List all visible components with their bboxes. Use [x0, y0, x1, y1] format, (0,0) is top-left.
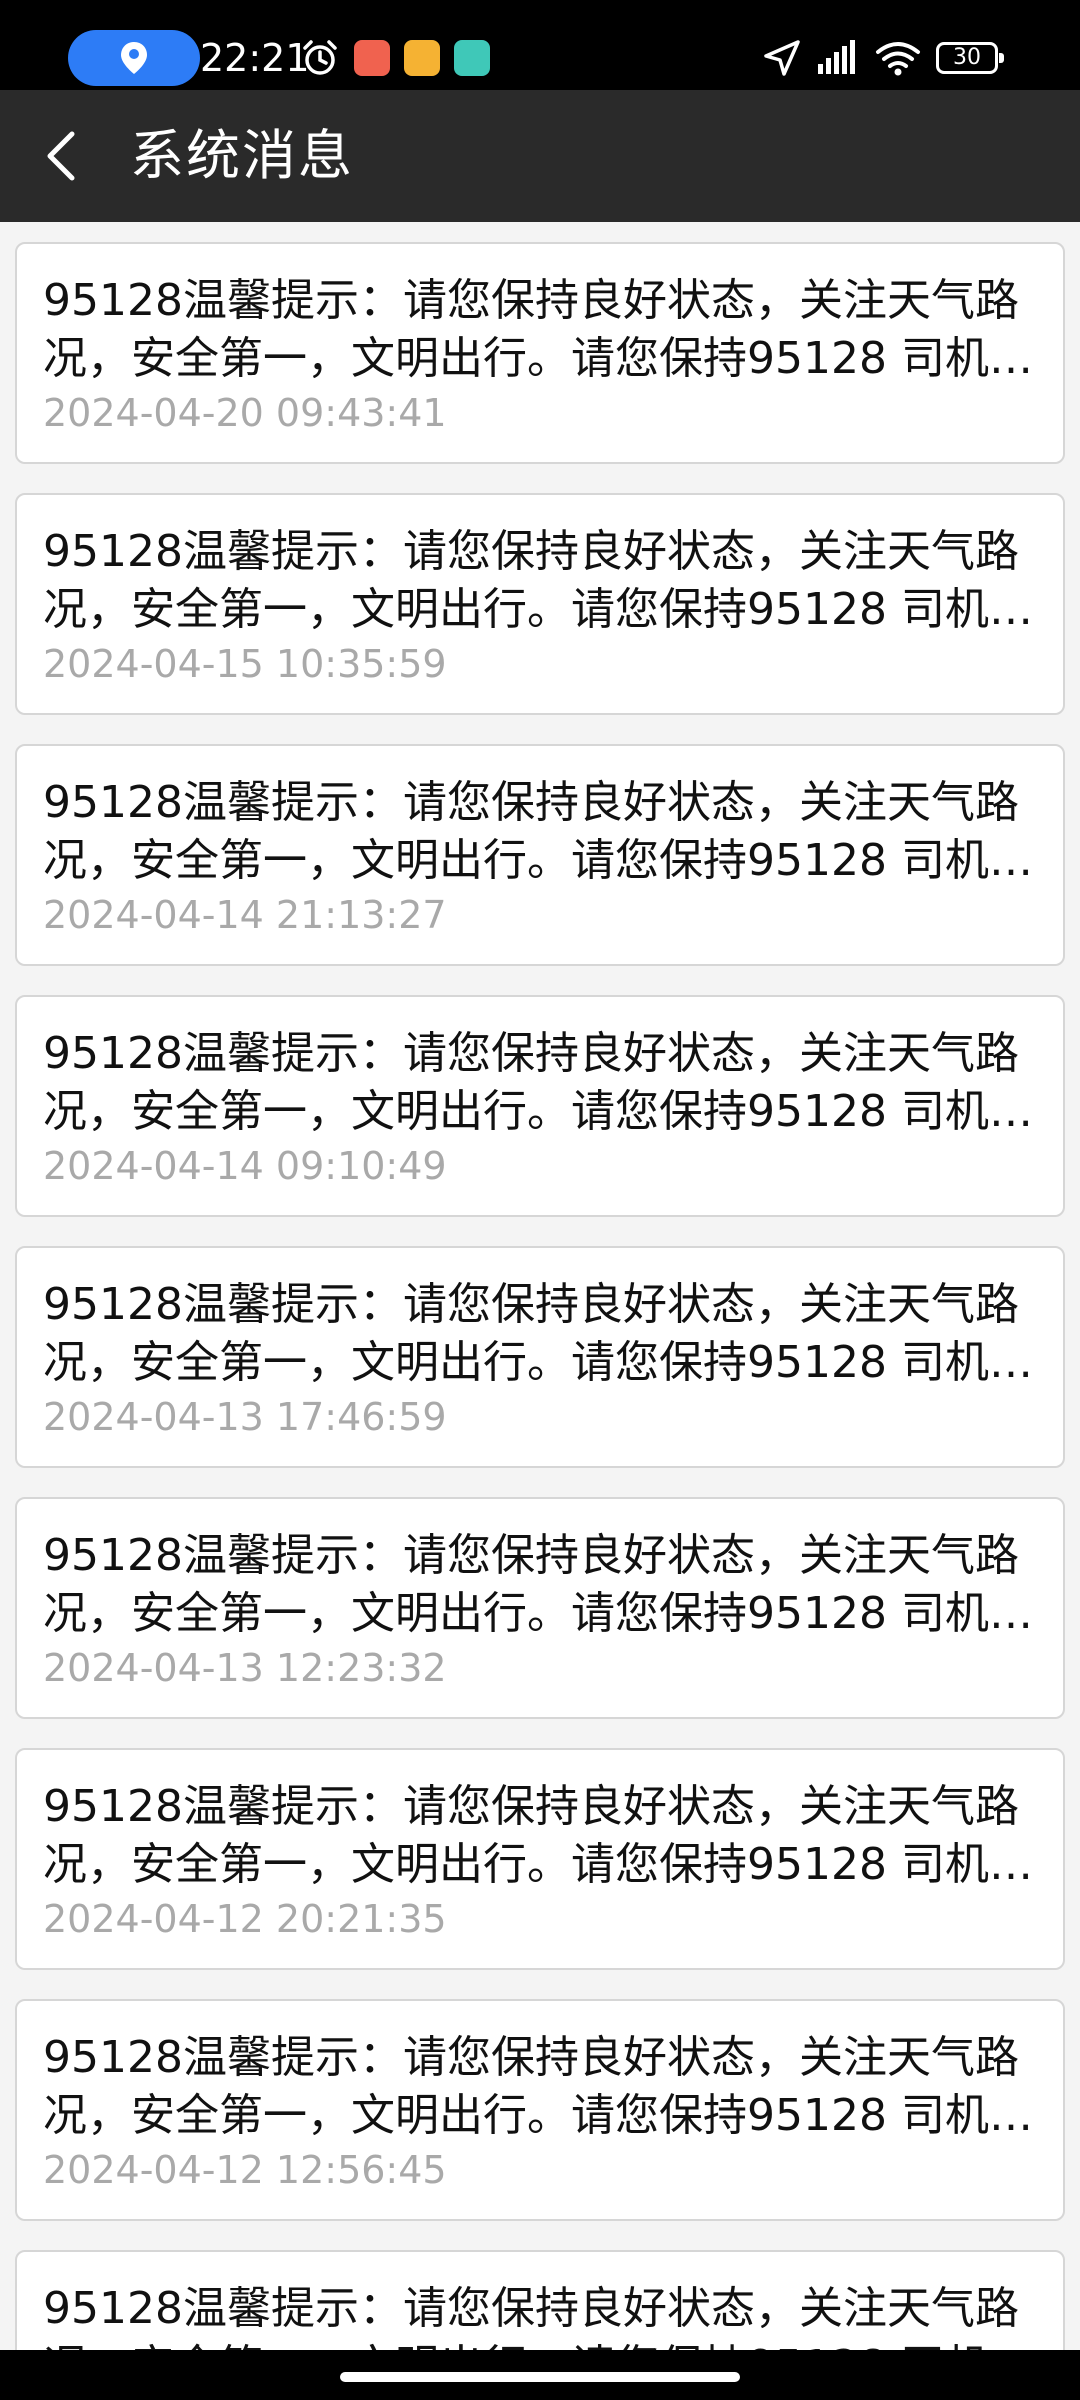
message-text: 95128温馨提示：请您保持良好状态，关注天气路况，安全第一，文明出行。请您保持… — [43, 1781, 1033, 1890]
chevron-left-icon — [47, 131, 75, 181]
title-bar: 系统消息 — [0, 90, 1080, 222]
message-time: 2024-04-15 10:35:59 — [43, 642, 447, 686]
hd-signal-icon — [818, 40, 855, 74]
status-time: 22:21 — [200, 36, 310, 80]
home-indicator[interactable] — [340, 2372, 740, 2382]
message-text: 95128温馨提示：请您保持良好状态，关注天气路况，安全第一，文明出行。请您保持… — [43, 2283, 1033, 2350]
message-card[interactable]: 95128温馨提示：请您保持良好状态，关注天气路况，安全第一，文明出行。请您保持… — [15, 995, 1065, 1217]
app-icon-yellow — [404, 40, 440, 76]
message-list[interactable]: 95128温馨提示：请您保持良好状态，关注天气路况，安全第一，文明出行。请您保持… — [0, 222, 1080, 2350]
message-time: 2024-04-14 09:10:49 — [43, 1144, 447, 1188]
message-time: 2024-04-14 21:13:27 — [43, 893, 447, 937]
message-card[interactable]: 95128温馨提示：请您保持良好状态，关注天气路况，安全第一，文明出行。请您保持… — [15, 1748, 1065, 1970]
location-indicator[interactable] — [68, 30, 200, 86]
app-icon-teal — [454, 40, 490, 76]
app-icon-red — [354, 40, 390, 76]
message-text: 95128温馨提示：请您保持良好状态，关注天气路况，安全第一，文明出行。请您保持… — [43, 526, 1033, 635]
message-text: 95128温馨提示：请您保持良好状态，关注天气路况，安全第一，文明出行。请您保持… — [43, 275, 1033, 384]
message-text: 95128温馨提示：请您保持良好状态，关注天气路况，安全第一，文明出行。请您保持… — [43, 1028, 1033, 1137]
message-card[interactable]: 95128温馨提示：请您保持良好状态，关注天气路况，安全第一，文明出行。请您保持… — [15, 2250, 1065, 2350]
battery-icon: 30 — [936, 42, 1004, 74]
alarm-clock-icon — [303, 40, 337, 75]
message-card[interactable]: 95128温馨提示：请您保持良好状态，关注天气路况，安全第一，文明出行。请您保持… — [15, 744, 1065, 966]
message-time: 2024-04-13 17:46:59 — [43, 1395, 447, 1439]
navigation-arrow-icon — [764, 40, 800, 76]
message-time: 2024-04-20 09:43:41 — [43, 391, 447, 435]
message-card[interactable]: 95128温馨提示：请您保持良好状态，关注天气路况，安全第一，文明出行。请您保持… — [15, 1999, 1065, 2221]
message-text: 95128温馨提示：请您保持良好状态，关注天气路况，安全第一，文明出行。请您保持… — [43, 777, 1033, 886]
message-card[interactable]: 95128温馨提示：请您保持良好状态，关注天气路况，安全第一，文明出行。请您保持… — [15, 1246, 1065, 1468]
page-title: 系统消息 — [130, 124, 354, 187]
wifi-icon — [876, 42, 920, 76]
location-pin-icon — [121, 42, 147, 74]
message-time: 2024-04-13 12:23:32 — [43, 1646, 447, 1690]
message-text: 95128温馨提示：请您保持良好状态，关注天气路况，安全第一，文明出行。请您保持… — [43, 1530, 1033, 1639]
message-card[interactable]: 95128温馨提示：请您保持良好状态，关注天气路况，安全第一，文明出行。请您保持… — [15, 1497, 1065, 1719]
message-text: 95128温馨提示：请您保持良好状态，关注天气路况，安全第一，文明出行。请您保持… — [43, 2032, 1033, 2141]
back-button[interactable] — [18, 112, 106, 200]
message-card[interactable]: 95128温馨提示：请您保持良好状态，关注天气路况，安全第一，文明出行。请您保持… — [15, 493, 1065, 715]
message-text: 95128温馨提示：请您保持良好状态，关注天气路况，安全第一，文明出行。请您保持… — [43, 1279, 1033, 1388]
navigation-bar — [0, 2350, 1080, 2400]
message-time: 2024-04-12 20:21:35 — [43, 1897, 447, 1941]
message-card[interactable]: 95128温馨提示：请您保持良好状态，关注天气路况，安全第一，文明出行。请您保持… — [15, 242, 1065, 464]
message-time: 2024-04-12 12:56:45 — [43, 2148, 447, 2192]
status-bar: 22:21 30 — [0, 0, 1080, 90]
